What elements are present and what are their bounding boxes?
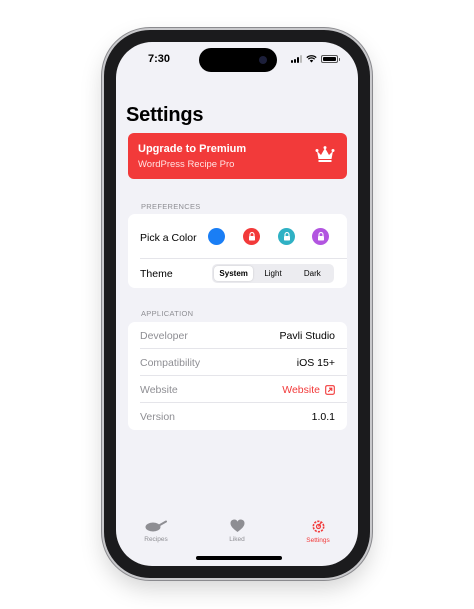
website-link-text: Website bbox=[282, 384, 320, 396]
preferences-card: Pick a Color Theme System Light Dark bbox=[128, 214, 347, 288]
upgrade-premium-banner[interactable]: Upgrade to Premium WordPress Recipe Pro bbox=[128, 133, 347, 179]
color-option-blue[interactable] bbox=[208, 228, 225, 245]
theme-option-system[interactable]: System bbox=[214, 266, 254, 281]
status-time: 7:30 bbox=[148, 53, 171, 65]
power-button bbox=[370, 160, 373, 212]
lock-icon bbox=[317, 232, 324, 241]
cellular-signal-icon bbox=[291, 55, 302, 63]
color-option-purple[interactable] bbox=[312, 228, 329, 245]
pick-color-label: Pick a Color bbox=[140, 232, 197, 244]
external-link-icon bbox=[325, 385, 335, 395]
tab-liked[interactable]: Liked bbox=[207, 519, 267, 543]
version-label: Version bbox=[140, 411, 176, 423]
website-link[interactable]: Website bbox=[282, 384, 335, 396]
version-row: Version 1.0.1 bbox=[128, 403, 347, 430]
developer-row: Developer Pavli Studio bbox=[128, 322, 347, 349]
status-icons bbox=[291, 55, 340, 63]
theme-segmented-control: System Light Dark bbox=[212, 264, 334, 283]
tab-recipes[interactable]: Recipes bbox=[126, 519, 186, 543]
application-card: Developer Pavli Studio Compatibility iOS… bbox=[128, 322, 347, 430]
battery-icon bbox=[321, 55, 340, 63]
theme-option-light[interactable]: Light bbox=[253, 266, 292, 281]
theme-option-dark[interactable]: Dark bbox=[293, 266, 332, 281]
divider bbox=[140, 258, 347, 259]
tab-recipes-label: Recipes bbox=[144, 536, 168, 543]
color-option-teal[interactable] bbox=[278, 228, 295, 245]
application-header: Application bbox=[141, 309, 194, 318]
lock-icon bbox=[248, 232, 255, 241]
theme-label: Theme bbox=[140, 268, 173, 280]
compatibility-label: Compatibility bbox=[140, 357, 201, 369]
heart-icon bbox=[229, 519, 245, 532]
tab-liked-label: Liked bbox=[229, 536, 245, 543]
dynamic-island bbox=[199, 48, 277, 72]
tab-settings-label: Settings bbox=[306, 537, 330, 544]
version-value: 1.0.1 bbox=[311, 411, 335, 423]
gear-icon bbox=[312, 520, 324, 533]
developer-label: Developer bbox=[140, 330, 188, 342]
color-option-red[interactable] bbox=[243, 228, 260, 245]
website-row[interactable]: Website Website bbox=[128, 376, 347, 403]
website-label: Website bbox=[140, 384, 178, 396]
wifi-icon bbox=[306, 55, 317, 63]
compatibility-row: Compatibility iOS 15+ bbox=[128, 349, 347, 376]
page-title: Settings bbox=[126, 104, 204, 126]
preferences-header: Preferences bbox=[141, 202, 201, 211]
compatibility-value: iOS 15+ bbox=[296, 357, 335, 369]
tab-settings[interactable]: Settings bbox=[288, 519, 348, 544]
lock-icon bbox=[283, 232, 290, 241]
phone-screen: 7:30 Settings Upgrade to Premium WordPre… bbox=[116, 42, 358, 566]
pan-icon bbox=[145, 520, 167, 532]
premium-subtitle: WordPress Recipe Pro bbox=[138, 159, 235, 170]
premium-title: Upgrade to Premium bbox=[138, 143, 247, 155]
home-indicator bbox=[196, 556, 282, 560]
developer-value: Pavli Studio bbox=[279, 330, 335, 342]
crown-icon bbox=[315, 146, 335, 162]
